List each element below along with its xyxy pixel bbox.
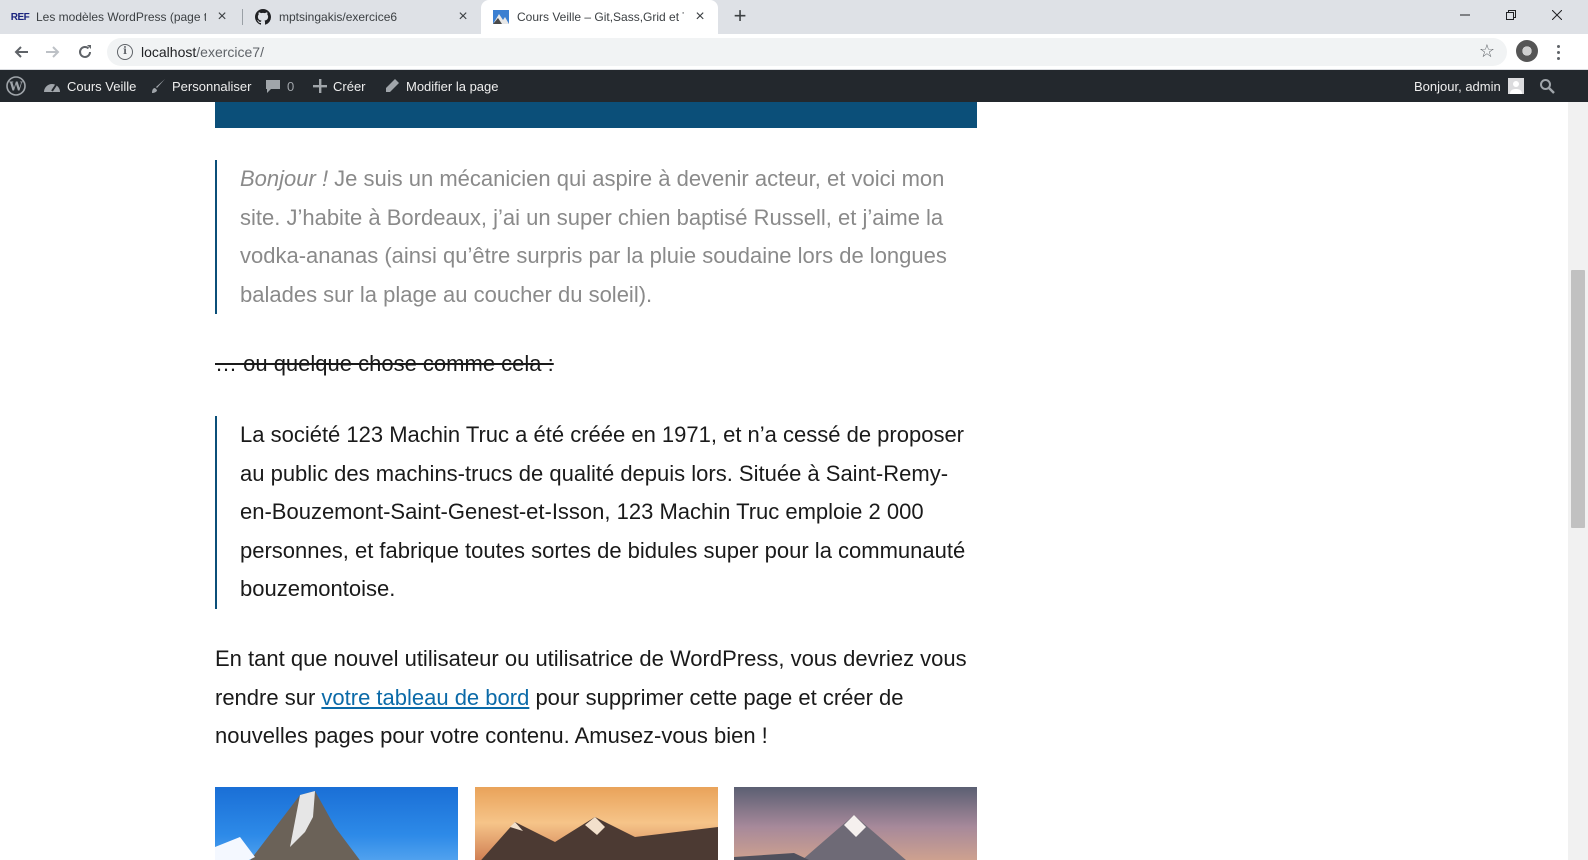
svg-text:W: W (8, 80, 23, 94)
company-quote-text: La société 123 Machin Truc a été créée e… (240, 422, 966, 601)
bookmark-star-icon[interactable]: ☆ (1479, 41, 1495, 62)
company-blockquote: La société 123 Machin Truc a été créée e… (215, 416, 977, 609)
minimize-icon[interactable] (1442, 0, 1488, 30)
forward-arrow-icon[interactable] (39, 38, 67, 66)
site-info-icon[interactable]: i (117, 44, 133, 60)
restore-icon[interactable] (1488, 0, 1534, 30)
gallery-image-everest[interactable] (475, 787, 718, 860)
close-window-icon[interactable] (1534, 0, 1580, 30)
strikethrough-line: … ou quelque chose comme cela : (215, 351, 554, 376)
tab-title: Les modèles WordPress (page te (36, 10, 206, 24)
user-avatar-icon (1507, 78, 1524, 94)
page-content: Bonjour ! Je suis un mécanicien qui aspi… (0, 102, 1568, 860)
new-content-link[interactable]: Créer (313, 70, 366, 102)
edit-page-link[interactable]: Modifier la page (384, 70, 499, 102)
paintbrush-icon (150, 78, 166, 94)
search-icon[interactable] (1539, 70, 1555, 102)
customize-label: Personnaliser (172, 78, 252, 94)
plus-icon (313, 79, 327, 93)
new-tab-button[interactable]: + (728, 5, 752, 29)
site-thumbnail-icon (493, 9, 509, 25)
url-path: /exercice7/ (196, 44, 264, 60)
account-menu[interactable]: Bonjour, admin (1414, 70, 1524, 102)
quote-greeting: Bonjour ! (240, 166, 329, 191)
tab-strip: REF Les modèles WordPress (page te × mpt… (0, 0, 1588, 34)
header-banner (215, 102, 977, 128)
comment-bubble-icon (265, 78, 281, 94)
close-tab-icon[interactable]: × (214, 9, 230, 25)
browser-menu-icon[interactable] (1550, 38, 1566, 66)
reload-icon[interactable] (71, 38, 99, 66)
wp-admin-bar: W Cours Veille Personnaliser 0 Créer Mod… (0, 70, 1588, 102)
tab-title: mptsingakis/exercice6 (279, 10, 398, 24)
gallery-image-matterhorn[interactable] (215, 787, 458, 860)
intro-blockquote: Bonjour ! Je suis un mécanicien qui aspi… (215, 160, 977, 314)
url-host: localhost (141, 44, 197, 60)
close-tab-icon[interactable]: × (455, 9, 471, 25)
browser-tab-3-active[interactable]: Cours Veille – Git,Sass,Grid et Th × (481, 0, 718, 34)
ref-favicon-text: REF (10, 11, 30, 23)
dashboard-gauge-icon (43, 79, 61, 93)
tab-title: Cours Veille – Git,Sass,Grid et Th (517, 10, 684, 24)
gallery-image-peak-sunset[interactable] (734, 787, 977, 860)
browser-tab-2[interactable]: mptsingakis/exercice6 × (243, 0, 481, 34)
browser-toolbar: i localhost/exercice7/ ☆ (0, 34, 1588, 70)
site-name-label: Cours Veille (67, 78, 137, 94)
url-text: localhost/exercice7/ (141, 44, 264, 60)
dashboard-paragraph: En tant que nouvel utilisateur ou utilis… (215, 640, 977, 756)
github-icon (255, 9, 271, 25)
comments-count: 0 (287, 78, 295, 94)
pencil-icon (384, 78, 400, 94)
site-name-link[interactable]: Cours Veille (43, 70, 136, 102)
edit-page-label: Modifier la page (406, 78, 499, 94)
ref-favicon-icon: REF (10, 9, 30, 25)
comments-link[interactable]: 0 (265, 70, 294, 102)
wordpress-logo-icon[interactable]: W (6, 70, 26, 102)
customize-link[interactable]: Personnaliser (150, 70, 252, 102)
scrollbar-thumb[interactable] (1571, 270, 1585, 528)
close-tab-icon[interactable]: × (692, 9, 708, 25)
new-content-label: Créer (333, 78, 366, 94)
address-bar[interactable]: i localhost/exercice7/ ☆ (107, 38, 1507, 66)
profile-avatar[interactable] (1516, 40, 1538, 62)
back-arrow-icon[interactable] (7, 38, 35, 66)
browser-tab-1[interactable]: REF Les modèles WordPress (page te × (0, 0, 240, 34)
dashboard-link[interactable]: votre tableau de bord (321, 685, 529, 710)
quote-body: Je suis un mécanicien qui aspire à deven… (240, 166, 947, 307)
greeting-label: Bonjour, admin (1414, 78, 1501, 94)
